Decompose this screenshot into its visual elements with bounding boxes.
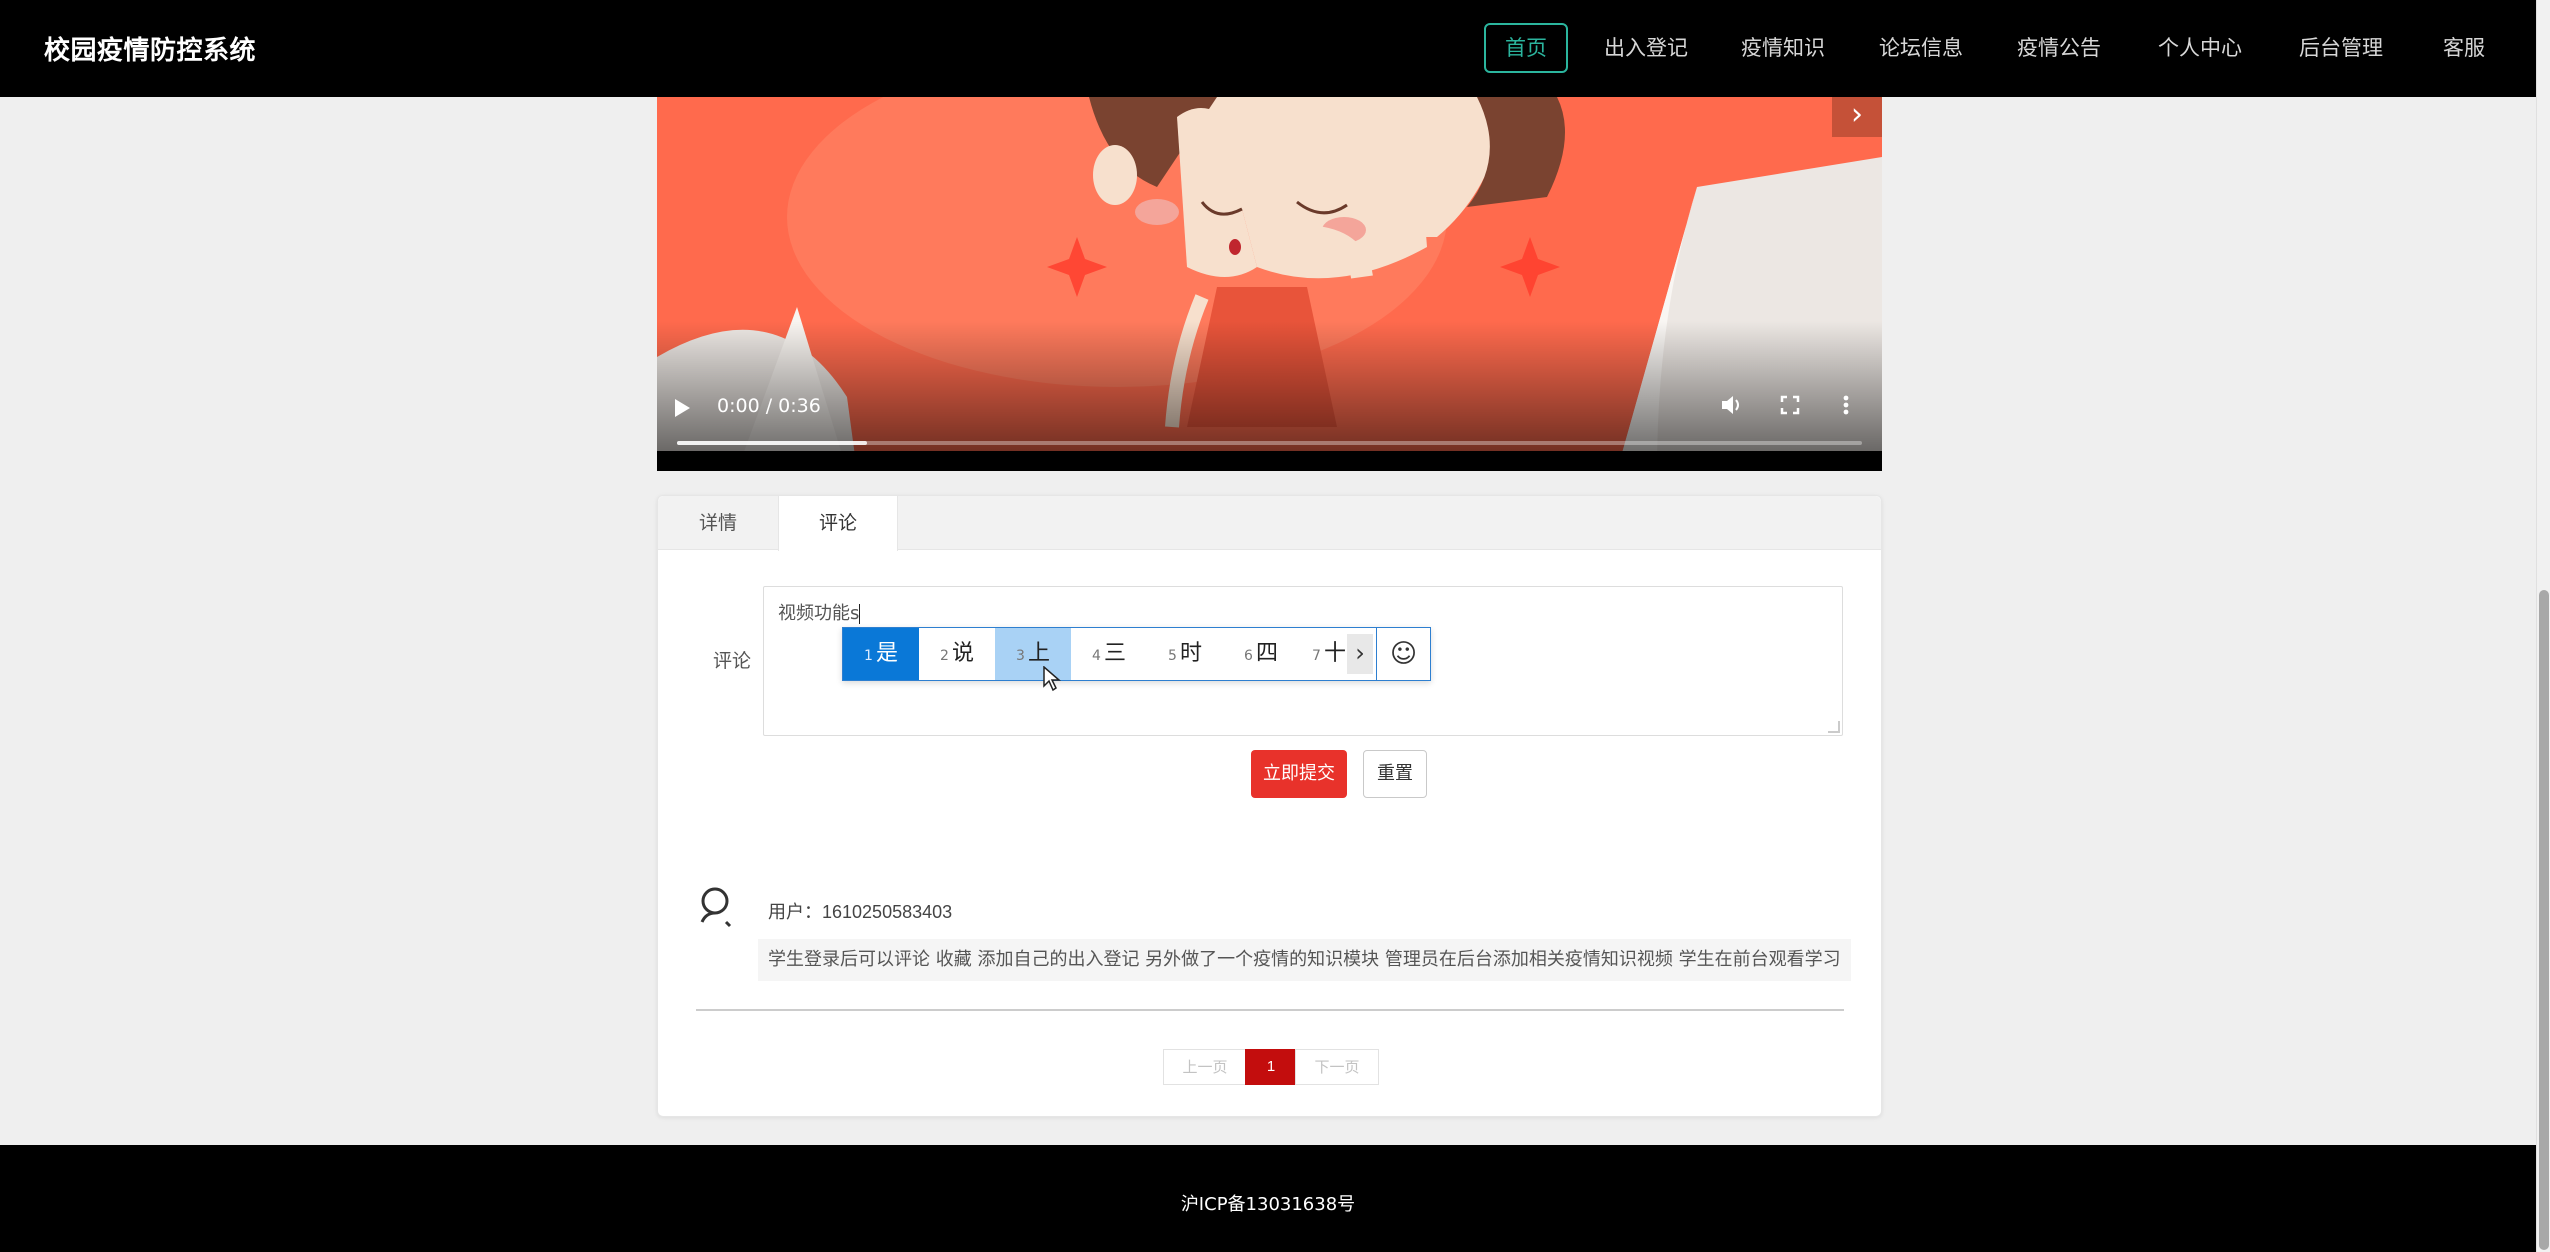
nav-item-access-register[interactable]: 出入登记 [1596, 23, 1696, 73]
page-scrollbar[interactable] [2536, 0, 2550, 1252]
comments-divider [696, 1009, 1844, 1011]
ime-candidate[interactable]: 1是 [843, 628, 919, 680]
user-avatar-icon [698, 886, 736, 928]
video-progress-bar[interactable] [677, 441, 1862, 445]
chevron-right-icon[interactable]: › [1832, 97, 1882, 137]
nav-item-home[interactable]: 首页 [1484, 23, 1568, 73]
video-letterbox [657, 451, 1882, 471]
content-card: 详情 评论 评论 视频功能s 1是 2说 3上 4三 5时 6四 7十 › ☺ … [657, 495, 1882, 1117]
nav-item-forum[interactable]: 论坛信息 [1871, 23, 1971, 73]
nav-item-epidemic-knowledge[interactable]: 疫情知识 [1733, 23, 1833, 73]
tab-details[interactable]: 详情 [658, 496, 778, 550]
comment-author: 用户：1610250583403 [768, 898, 952, 924]
tab-bar: 详情 评论 [658, 496, 1881, 551]
nav-item-personal-center[interactable]: 个人中心 [2150, 23, 2250, 73]
play-icon[interactable] [675, 399, 690, 417]
icp-record[interactable]: 沪ICP备13031638号 [0, 1190, 2536, 1216]
submit-button[interactable]: 立即提交 [1251, 750, 1347, 798]
ime-candidate[interactable]: 6四 [1223, 628, 1299, 680]
video-time: 0:00 / 0:36 [717, 395, 821, 417]
video-controls-shade [657, 321, 1882, 451]
volume-icon[interactable] [1720, 394, 1744, 421]
text-caret [859, 604, 861, 624]
textarea-resize-handle[interactable] [1828, 721, 1840, 733]
top-navbar: 校园疫情防控系统 首页 出入登记 疫情知识 论坛信息 疫情公告 个人中心 后台管… [0, 0, 2536, 97]
main-nav: 首页 出入登记 疫情知识 论坛信息 疫情公告 个人中心 后台管理 客服 [0, 0, 2536, 97]
pagination-next[interactable]: 下一页 [1295, 1049, 1379, 1085]
tab-comments[interactable]: 评论 [778, 496, 898, 551]
ime-candidate-window: 1是 2说 3上 4三 5时 6四 7十 › ☺ [842, 627, 1431, 692]
pagination-current-page[interactable]: 1 [1245, 1049, 1297, 1085]
comment-author-prefix: 用户： [768, 902, 822, 923]
comment-input-value: 视频功能s [778, 603, 860, 624]
comment-textarea[interactable]: 视频功能s 1是 2说 3上 4三 5时 6四 7十 › ☺ [763, 586, 1843, 736]
more-options-icon[interactable] [1842, 394, 1850, 421]
comment-label: 评论 [713, 650, 752, 672]
pagination-prev[interactable]: 上一页 [1163, 1049, 1247, 1085]
nav-item-admin[interactable]: 后台管理 [2291, 23, 2391, 73]
mouse-pointer-icon [1043, 665, 1062, 699]
reset-button[interactable]: 重置 [1363, 750, 1427, 798]
ime-next-page-icon[interactable]: › [1347, 634, 1373, 674]
nav-item-announcements[interactable]: 疫情公告 [2009, 23, 2109, 73]
nav-item-customer-service[interactable]: 客服 [2432, 23, 2496, 73]
ime-candidate[interactable]: 2说 [919, 628, 995, 680]
scrollbar-thumb[interactable] [2539, 590, 2549, 1250]
fullscreen-icon[interactable] [1779, 394, 1801, 421]
comment-author-id: 1610250583403 [822, 902, 953, 922]
video-progress-fill [677, 441, 867, 445]
comment-body: 学生登录后可以评论 收藏 添加自己的出入登记 另外做了一个疫情的知识模块 管理员… [758, 939, 1851, 981]
page-footer: 沪ICP备13031638号 [0, 1145, 2536, 1252]
emoji-icon[interactable]: ☺ [1376, 628, 1430, 680]
ime-candidate[interactable]: 4三 [1071, 628, 1147, 680]
ime-candidate[interactable]: 5时 [1147, 628, 1223, 680]
video-player[interactable]: › 0:00 / 0:36 [657, 97, 1882, 471]
